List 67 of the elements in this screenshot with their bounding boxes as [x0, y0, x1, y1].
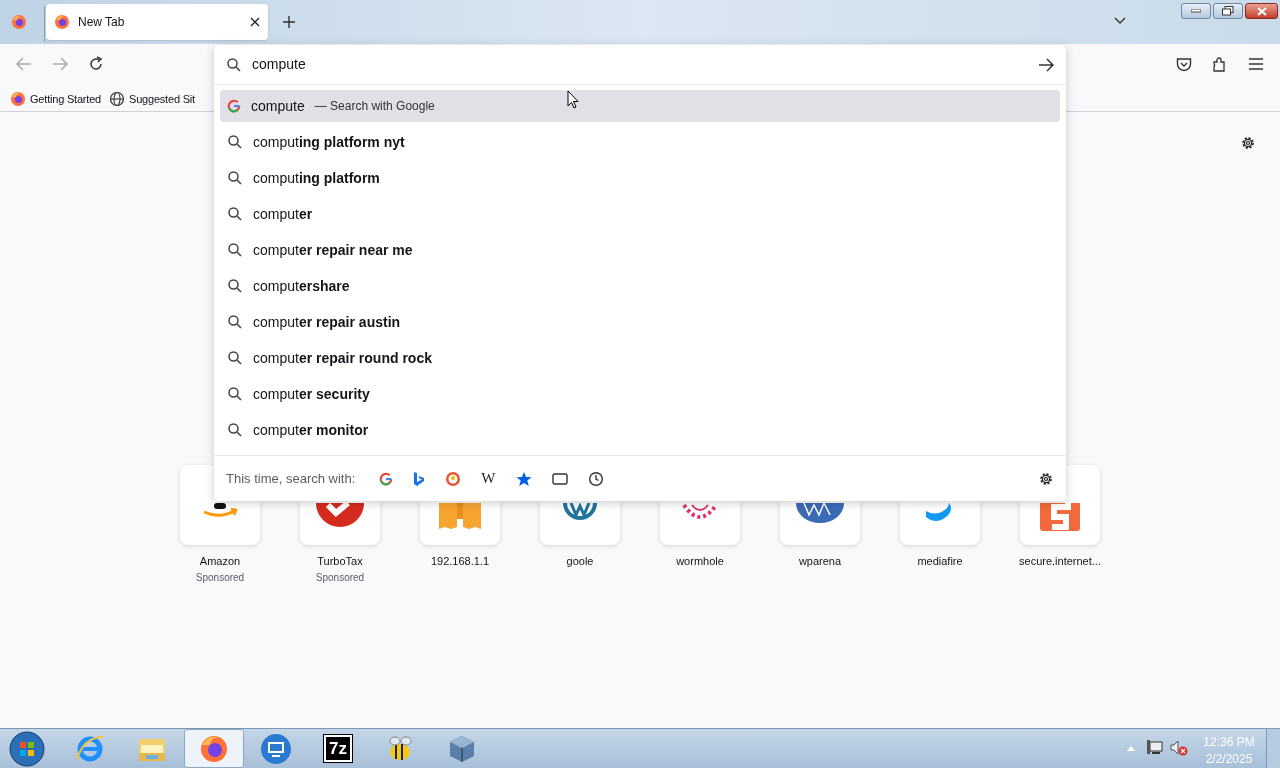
- settings-icon[interactable]: [1240, 135, 1256, 151]
- restore-button[interactable]: [1213, 3, 1243, 19]
- bing-icon[interactable]: [413, 470, 426, 487]
- firefox-icon: [11, 14, 27, 30]
- network-icon[interactable]: [1146, 740, 1164, 756]
- site-label: wormhole: [676, 554, 724, 569]
- search-with-label: This time, search with:: [226, 469, 356, 488]
- close-icon[interactable]: [250, 17, 260, 27]
- search-icon: [227, 350, 243, 366]
- search-icon: [227, 206, 243, 222]
- search-icon: [227, 422, 243, 438]
- sponsored-label: Sponsored: [315, 570, 365, 585]
- search-icon: [227, 278, 243, 294]
- google-icon: [379, 471, 394, 486]
- address-field[interactable]: compute: [252, 54, 1028, 75]
- reload-icon[interactable]: [88, 56, 104, 72]
- clock-icon[interactable]: [587, 470, 604, 487]
- globe-icon: [109, 91, 125, 108]
- cursor-icon: [567, 90, 579, 109]
- suggestion-row[interactable]: compute — Search with Google: [220, 90, 1060, 122]
- 7z-icon: 7z: [324, 735, 352, 762]
- firefox-icon: [10, 91, 26, 108]
- chevron-down-icon[interactable]: [1114, 17, 1126, 25]
- monitor-icon: [260, 732, 292, 765]
- pocket-icon[interactable]: [1176, 57, 1192, 72]
- tab[interactable]: New Tab: [46, 4, 268, 40]
- settings-icon[interactable]: [1038, 470, 1054, 487]
- tab-icon[interactable]: [551, 471, 568, 486]
- google-icon: [227, 99, 241, 113]
- go-arrow-icon[interactable]: [1038, 57, 1054, 72]
- search-icon: [227, 170, 243, 186]
- search-icon: [227, 314, 243, 330]
- site-label: secure.internet...: [1019, 554, 1101, 569]
- search-icon: [227, 134, 243, 150]
- site-label: mediafire: [917, 554, 963, 569]
- site-label: 192.168.1.1: [430, 554, 490, 569]
- new-tab-icon[interactable]: [283, 16, 295, 28]
- close-button[interactable]: [1245, 3, 1278, 19]
- search-icon: [226, 56, 242, 73]
- bookmark[interactable]: Suggested Sit: [109, 91, 195, 108]
- wordpress-icon: [563, 503, 597, 521]
- smile-arrow-icon: [202, 503, 238, 519]
- taskbar-button[interactable]: 7z: [308, 729, 368, 768]
- minimize-icon: [1191, 9, 1201, 13]
- search-icon: [227, 242, 243, 258]
- wikipedia-icon[interactable]: W: [481, 467, 496, 490]
- bookmark[interactable]: Getting Started: [10, 91, 101, 108]
- close-icon: [1256, 6, 1267, 16]
- site-label: goole: [566, 554, 594, 569]
- puzzle-icon[interactable]: [1212, 56, 1228, 72]
- flame-icon: [926, 503, 954, 521]
- site-label: Amazon: [199, 554, 241, 569]
- sponsored-label: Sponsored: [195, 570, 245, 585]
- clock-time: 12:36 PM: [1203, 734, 1255, 751]
- tab-title: New Tab: [78, 14, 126, 31]
- site-label: wparena: [798, 554, 842, 569]
- site-label: TurboTax: [317, 554, 363, 569]
- duck-icon[interactable]: [445, 470, 462, 487]
- search-icon: [227, 386, 243, 402]
- s-logo-icon: [1040, 503, 1080, 531]
- muted-speaker-icon[interactable]: [1170, 739, 1188, 757]
- firefox-icon: [54, 14, 70, 30]
- restore-icon: [1222, 6, 1234, 16]
- start-button[interactable]: [8, 730, 46, 768]
- star-icon[interactable]: [515, 470, 532, 487]
- clock-date: 2/2/2025: [1204, 751, 1254, 768]
- menu-icon[interactable]: [1249, 58, 1263, 70]
